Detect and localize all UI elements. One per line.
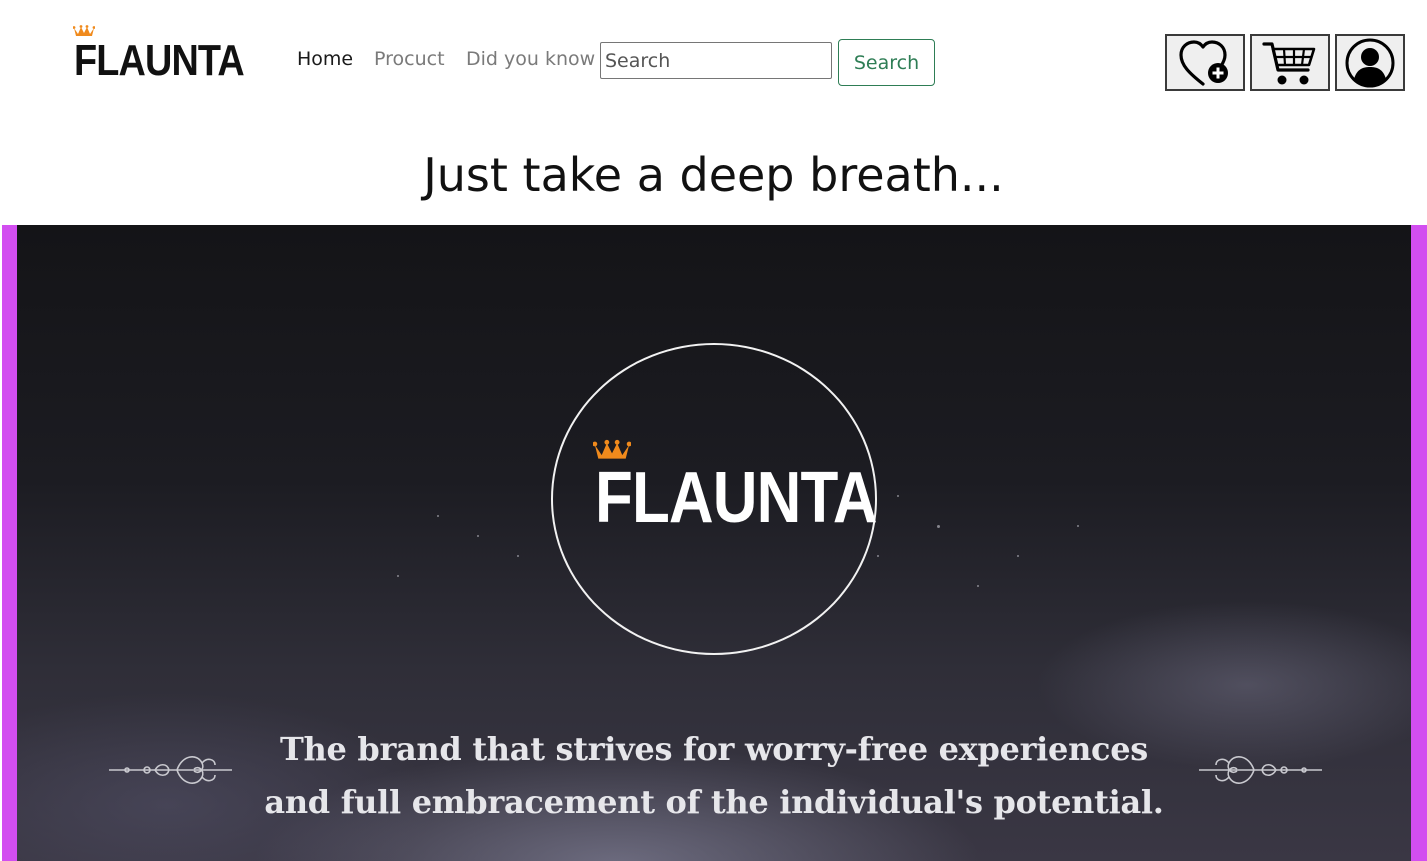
nav-link-home[interactable]: Home — [297, 46, 353, 72]
hero-banner: FLAUNTA The brand that strives for worry… — [17, 225, 1411, 861]
brand-logo-link[interactable]: FLAUNTA — [73, 24, 245, 86]
hero-tagline-line-2: and full embracement of the individual's… — [264, 783, 1164, 821]
hero-tagline-line-1: The brand that strives for worry-free ex… — [279, 730, 1148, 768]
brand-name: FLAUNTA — [74, 36, 245, 85]
page-heading: Just take a deep breath... — [423, 148, 1004, 202]
nav-link-product[interactable]: Procuct — [374, 46, 445, 72]
wishlist-button[interactable] — [1165, 34, 1245, 91]
heart-plus-icon — [1179, 40, 1228, 86]
hero-tagline: The brand that strives for worry-free ex… — [17, 723, 1411, 829]
cart-button[interactable] — [1250, 34, 1330, 91]
user-avatar-icon — [1345, 38, 1395, 88]
search-button[interactable]: Search — [838, 39, 935, 86]
account-button[interactable] — [1335, 34, 1405, 91]
shopping-cart-icon — [1262, 42, 1316, 85]
hero-logo-text: FLAUNTA — [595, 458, 878, 538]
search-input[interactable] — [600, 42, 832, 79]
nav-link-did-you-know[interactable]: Did you know — [466, 46, 595, 72]
navbar: FLAUNTA Home Procuct Did you know Search — [0, 0, 1427, 120]
